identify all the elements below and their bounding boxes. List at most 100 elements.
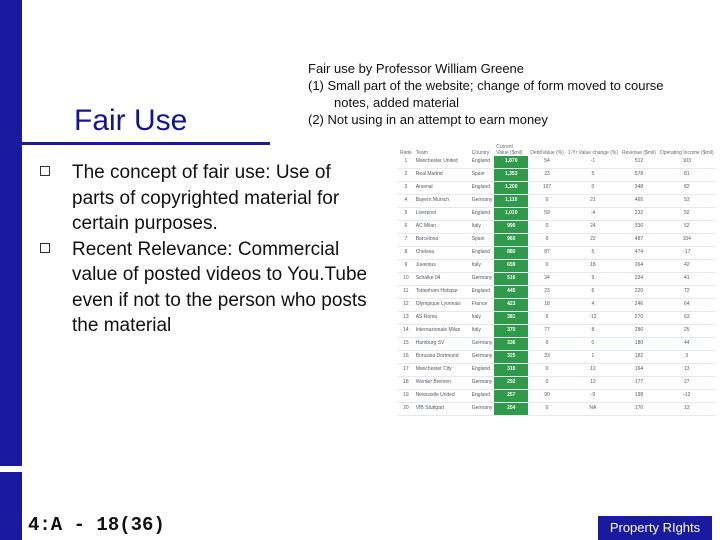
table-cell: 13	[398, 311, 414, 325]
table-cell: 1,870	[494, 156, 529, 169]
table-row: 11 Tottenham Hotspur England 445 23 6 220 72	[398, 285, 716, 299]
table-cell: 445	[494, 285, 529, 299]
table-cell: 54	[528, 156, 566, 169]
column-header: Team	[415, 150, 428, 156]
table-cell: 348	[620, 181, 658, 195]
table-cell: 90	[528, 389, 566, 403]
table-cell: 280	[620, 324, 658, 338]
table-cell: NA	[565, 402, 621, 416]
table-cell: 0	[565, 337, 621, 351]
table-row: 2 Real Madrid Spain 1,353 23 5 578 81	[398, 168, 716, 182]
table-cell: Olympique Lyonnais	[413, 298, 470, 312]
bullet-box-icon	[40, 242, 50, 253]
table-cell: 659	[494, 259, 529, 273]
bullet-list: The concept of fair use: Use of parts of…	[40, 160, 370, 339]
table-cell: Arsenal	[413, 181, 470, 195]
table-cell: 15	[398, 337, 414, 351]
table-cell: 22	[565, 233, 621, 247]
table-row: 6 AC Milan Italy 990 0 24 330 52	[398, 220, 716, 234]
table-cell: -13	[657, 389, 716, 403]
table-cell: 6	[565, 285, 621, 299]
table-cell: 370	[494, 324, 529, 338]
table-row: 14 Internazionale Milan Italy 370 77 8 280 25	[398, 324, 716, 338]
table-cell: 0	[528, 402, 566, 416]
soccer-club-values-table: Rank Team Country Current Value ($mil) D…	[398, 140, 716, 416]
table-cell: 177	[620, 376, 658, 390]
bullet-item: The concept of fair use: Use of parts of…	[40, 160, 370, 237]
bullet-text: The concept of fair use: Use of parts of…	[72, 162, 340, 234]
table-cell: 63	[657, 311, 716, 325]
table-header-row: Rank Team Country Current Value ($mil) D…	[398, 140, 716, 156]
table-cell: 14	[398, 324, 414, 338]
table-cell: Real Madrid	[413, 168, 470, 182]
table-row: 12 Olympique Lyonnais France 423 18 4 246 64	[398, 298, 716, 312]
table-row: 17 Manchester City England 310 0 12 164 13	[398, 363, 716, 377]
table-cell: Newcastle United	[413, 389, 470, 403]
table-cell: Schalke 04	[413, 272, 470, 286]
table-cell: Italy	[469, 311, 495, 325]
table-cell: 310	[494, 363, 529, 377]
bullet-text: Recent Relevance: Commercial value of po…	[72, 238, 368, 337]
slide-title: Fair Use	[74, 104, 188, 137]
table-cell: 1,010	[494, 207, 529, 221]
table-cell: -1	[565, 156, 621, 169]
column-header: Operating Income ($mil)	[659, 150, 714, 156]
table-cell: Barcelona	[413, 233, 470, 247]
note-line: (1) Small part of the website; change of…	[308, 78, 664, 93]
table-cell: 72	[657, 285, 716, 299]
table-cell: 18	[528, 298, 566, 312]
table-cell: 33	[528, 350, 566, 364]
table-cell: 52	[657, 207, 716, 221]
table-row: 10 Schalke 04 Germany 516 34 9 334 41	[398, 272, 716, 286]
table-cell: 170	[620, 402, 658, 416]
table-cell: 880	[494, 246, 529, 260]
table-cell: 512	[620, 156, 658, 169]
table-cell: 12	[565, 376, 621, 390]
table-cell: 13	[657, 363, 716, 377]
table-cell: France	[469, 298, 495, 312]
table-cell: 0	[565, 181, 621, 195]
table-cell: 12	[565, 363, 621, 377]
table-cell: VfB Stuttgart	[413, 402, 470, 416]
table-cell: 64	[657, 298, 716, 312]
slide-number: 4:A - 18(36)	[28, 514, 165, 536]
left-accent-bar	[0, 0, 22, 540]
table-cell: 381	[494, 311, 529, 325]
table-cell: 220	[620, 285, 658, 299]
table-cell: 5	[565, 246, 621, 260]
table-cell: 474	[620, 246, 658, 260]
table-cell: 44	[657, 337, 716, 351]
table-cell: England	[469, 285, 495, 299]
table-cell: 487	[620, 233, 658, 247]
table-cell: 990	[494, 220, 529, 234]
bullet-item: Recent Relevance: Commercial value of po…	[40, 237, 370, 339]
table-cell: England	[469, 156, 495, 169]
note-line: Fair use by Professor William Greene	[308, 61, 525, 76]
table-cell: 336	[494, 337, 529, 351]
table-cell: Spain	[469, 168, 495, 182]
table-cell: 7	[398, 233, 414, 247]
table-cell: Liverpool	[413, 207, 470, 221]
table-cell: 334	[620, 272, 658, 286]
table-cell: 254	[494, 402, 529, 416]
table-cell: 960	[494, 233, 529, 247]
table-cell: Italy	[469, 220, 495, 234]
table-cell: 1	[398, 156, 414, 169]
title-underline	[22, 142, 270, 145]
table-cell: 104	[657, 233, 716, 247]
table-cell: -9	[565, 389, 621, 403]
table-cell: England	[469, 207, 495, 221]
column-header: Debt/Value (%)	[530, 150, 564, 156]
table-cell: 23	[528, 168, 566, 182]
table-cell: Borussia Dortmund	[413, 350, 470, 364]
table-cell: 59	[528, 207, 566, 221]
table-cell: 27	[657, 376, 716, 390]
table-cell: 0	[528, 376, 566, 390]
table-cell: 77	[528, 324, 566, 338]
table-cell: Germany	[469, 376, 495, 390]
table-cell: -12	[565, 311, 621, 325]
table-cell: 9	[398, 259, 414, 273]
table-cell: 516	[494, 272, 529, 286]
table-cell: 1	[565, 350, 621, 364]
table-cell: Manchester City	[413, 363, 470, 377]
